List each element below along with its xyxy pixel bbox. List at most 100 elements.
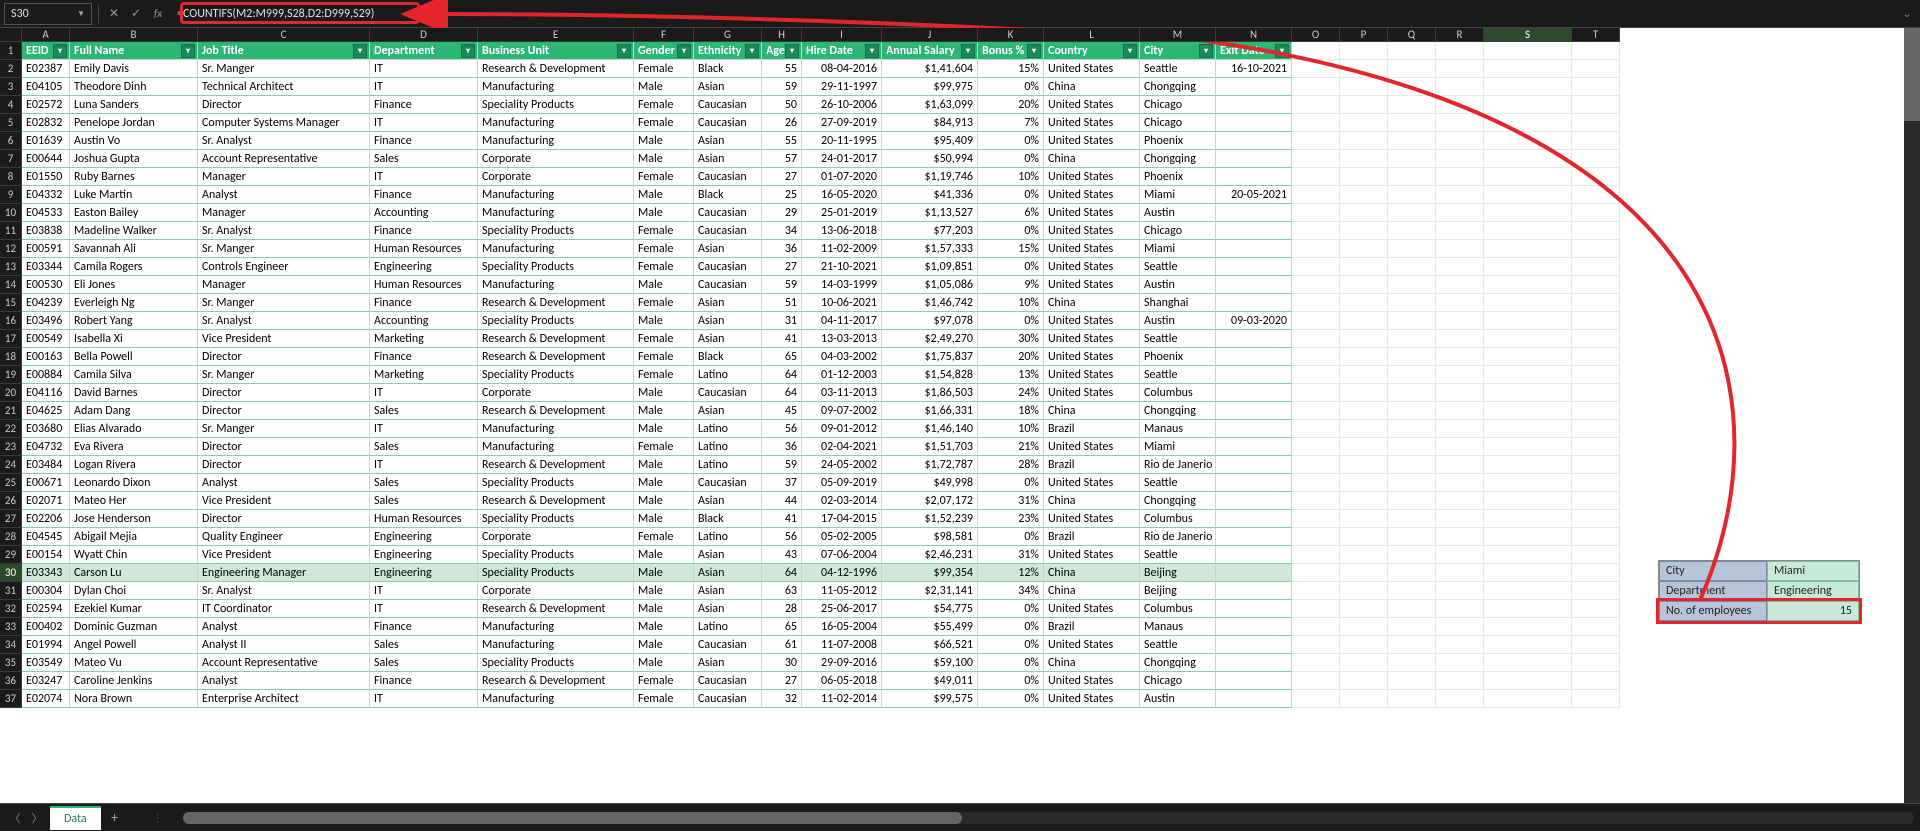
table-cell[interactable]: 09-07-2002	[802, 402, 882, 420]
empty-cell[interactable]	[1436, 510, 1484, 528]
table-cell[interactable]: 45	[762, 402, 802, 420]
row-header[interactable]: 4	[0, 96, 22, 114]
filter-dropdown-icon[interactable]: ▾	[1123, 44, 1137, 58]
table-cell[interactable]: 12%	[978, 564, 1044, 582]
table-cell[interactable]	[1216, 366, 1292, 384]
accept-formula-icon[interactable]: ✓	[127, 5, 145, 23]
table-cell[interactable]: Sr. Analyst	[198, 312, 370, 330]
row-header[interactable]: 7	[0, 150, 22, 168]
table-cell[interactable]	[1216, 114, 1292, 132]
table-cell[interactable]: Male	[634, 402, 694, 420]
empty-cell[interactable]	[1292, 312, 1340, 330]
empty-cell[interactable]	[1436, 204, 1484, 222]
cancel-formula-icon[interactable]: ✕	[105, 5, 123, 23]
table-cell[interactable]: Shanghai	[1140, 294, 1216, 312]
empty-cell[interactable]	[1572, 546, 1620, 564]
empty-cell[interactable]	[1572, 564, 1620, 582]
empty-cell[interactable]	[1436, 348, 1484, 366]
empty-cell[interactable]	[1340, 510, 1388, 528]
table-cell[interactable]: 02-03-2014	[802, 492, 882, 510]
table-cell[interactable]	[1216, 690, 1292, 708]
empty-cell[interactable]	[1340, 60, 1388, 78]
table-cell[interactable]: Columbus	[1140, 384, 1216, 402]
table-cell[interactable]: Finance	[370, 294, 478, 312]
table-cell[interactable]: Black	[694, 510, 762, 528]
table-cell[interactable]: Manager	[198, 168, 370, 186]
row-header[interactable]: 15	[0, 294, 22, 312]
table-cell[interactable]: United States	[1044, 438, 1140, 456]
table-cell[interactable]: 18%	[978, 402, 1044, 420]
table-cell[interactable]: Female	[634, 258, 694, 276]
horizontal-scrollbar[interactable]	[183, 812, 1914, 824]
table-cell[interactable]: $2,07,172	[882, 492, 978, 510]
empty-cell[interactable]	[1340, 222, 1388, 240]
table-cell[interactable]: Asian	[694, 150, 762, 168]
empty-cell[interactable]	[1340, 276, 1388, 294]
row-header[interactable]: 2	[0, 60, 22, 78]
row-header[interactable]: 9	[0, 186, 22, 204]
table-cell[interactable]: IT	[370, 114, 478, 132]
table-cell[interactable]: Caroline Jenkins	[70, 672, 198, 690]
table-cell[interactable]: E00402	[22, 618, 70, 636]
table-cell[interactable]: Seattle	[1140, 474, 1216, 492]
empty-cell[interactable]	[1436, 492, 1484, 510]
column-header[interactable]: E	[478, 28, 634, 42]
sheet-tab-data[interactable]: Data	[50, 806, 101, 830]
table-cell[interactable]	[1216, 636, 1292, 654]
table-cell[interactable]: 55	[762, 132, 802, 150]
table-cell[interactable]: Director	[198, 96, 370, 114]
empty-cell[interactable]	[1436, 636, 1484, 654]
empty-cell[interactable]	[1292, 420, 1340, 438]
table-cell[interactable]: 06-05-2018	[802, 672, 882, 690]
table-cell[interactable]: Joshua Gupta	[70, 150, 198, 168]
table-cell[interactable]	[1216, 420, 1292, 438]
table-cell[interactable]: 28	[762, 600, 802, 618]
table-column-header[interactable]: City▾	[1140, 42, 1216, 60]
add-sheet-icon[interactable]: +	[105, 808, 125, 828]
empty-cell[interactable]	[1340, 42, 1388, 60]
empty-cell[interactable]	[1572, 78, 1620, 96]
table-cell[interactable]	[1216, 474, 1292, 492]
table-cell[interactable]	[1216, 348, 1292, 366]
table-cell[interactable]: Sr. Analyst	[198, 582, 370, 600]
table-cell[interactable]: Eva Rivera	[70, 438, 198, 456]
empty-cell[interactable]	[1484, 420, 1572, 438]
table-cell[interactable]: 11-02-2009	[802, 240, 882, 258]
table-cell[interactable]: $1,54,828	[882, 366, 978, 384]
table-cell[interactable]: E03343	[22, 564, 70, 582]
table-cell[interactable]: Rio de Janerio	[1140, 528, 1216, 546]
empty-cell[interactable]	[1436, 366, 1484, 384]
empty-cell[interactable]	[1484, 564, 1572, 582]
table-cell[interactable]: $1,19,746	[882, 168, 978, 186]
table-cell[interactable]: Phoenix	[1140, 168, 1216, 186]
empty-cell[interactable]	[1340, 78, 1388, 96]
table-cell[interactable]: Male	[634, 312, 694, 330]
table-cell[interactable]: Manufacturing	[478, 618, 634, 636]
table-cell[interactable]: 65	[762, 348, 802, 366]
table-cell[interactable]: Caucasian	[694, 690, 762, 708]
table-cell[interactable]: Latino	[694, 438, 762, 456]
row-header[interactable]: 3	[0, 78, 22, 96]
mini-value[interactable]: 15	[1767, 601, 1859, 621]
table-cell[interactable]: Controls Engineer	[198, 258, 370, 276]
empty-cell[interactable]	[1388, 384, 1436, 402]
table-cell[interactable]: Engineering	[370, 258, 478, 276]
table-cell[interactable]: $1,51,703	[882, 438, 978, 456]
table-cell[interactable]: Research & Development	[478, 60, 634, 78]
empty-cell[interactable]	[1436, 384, 1484, 402]
table-cell[interactable]: Human Resources	[370, 510, 478, 528]
table-cell[interactable]: Manaus	[1140, 618, 1216, 636]
column-header[interactable]: F	[634, 28, 694, 42]
table-cell[interactable]: Angel Powell	[70, 636, 198, 654]
table-cell[interactable]	[1216, 384, 1292, 402]
table-cell[interactable]: Corporate	[478, 168, 634, 186]
sheet-nav-next-icon[interactable]: 〉	[28, 809, 46, 827]
table-cell[interactable]: 0%	[978, 150, 1044, 168]
table-cell[interactable]: Phoenix	[1140, 132, 1216, 150]
table-column-header[interactable]: Business Unit▾	[478, 42, 634, 60]
table-cell[interactable]: Speciality Products	[478, 222, 634, 240]
empty-cell[interactable]	[1388, 312, 1436, 330]
table-column-header[interactable]: Full Name▾	[70, 42, 198, 60]
table-cell[interactable]: Elias Alvarado	[70, 420, 198, 438]
table-cell[interactable]: Sr. Manger	[198, 60, 370, 78]
